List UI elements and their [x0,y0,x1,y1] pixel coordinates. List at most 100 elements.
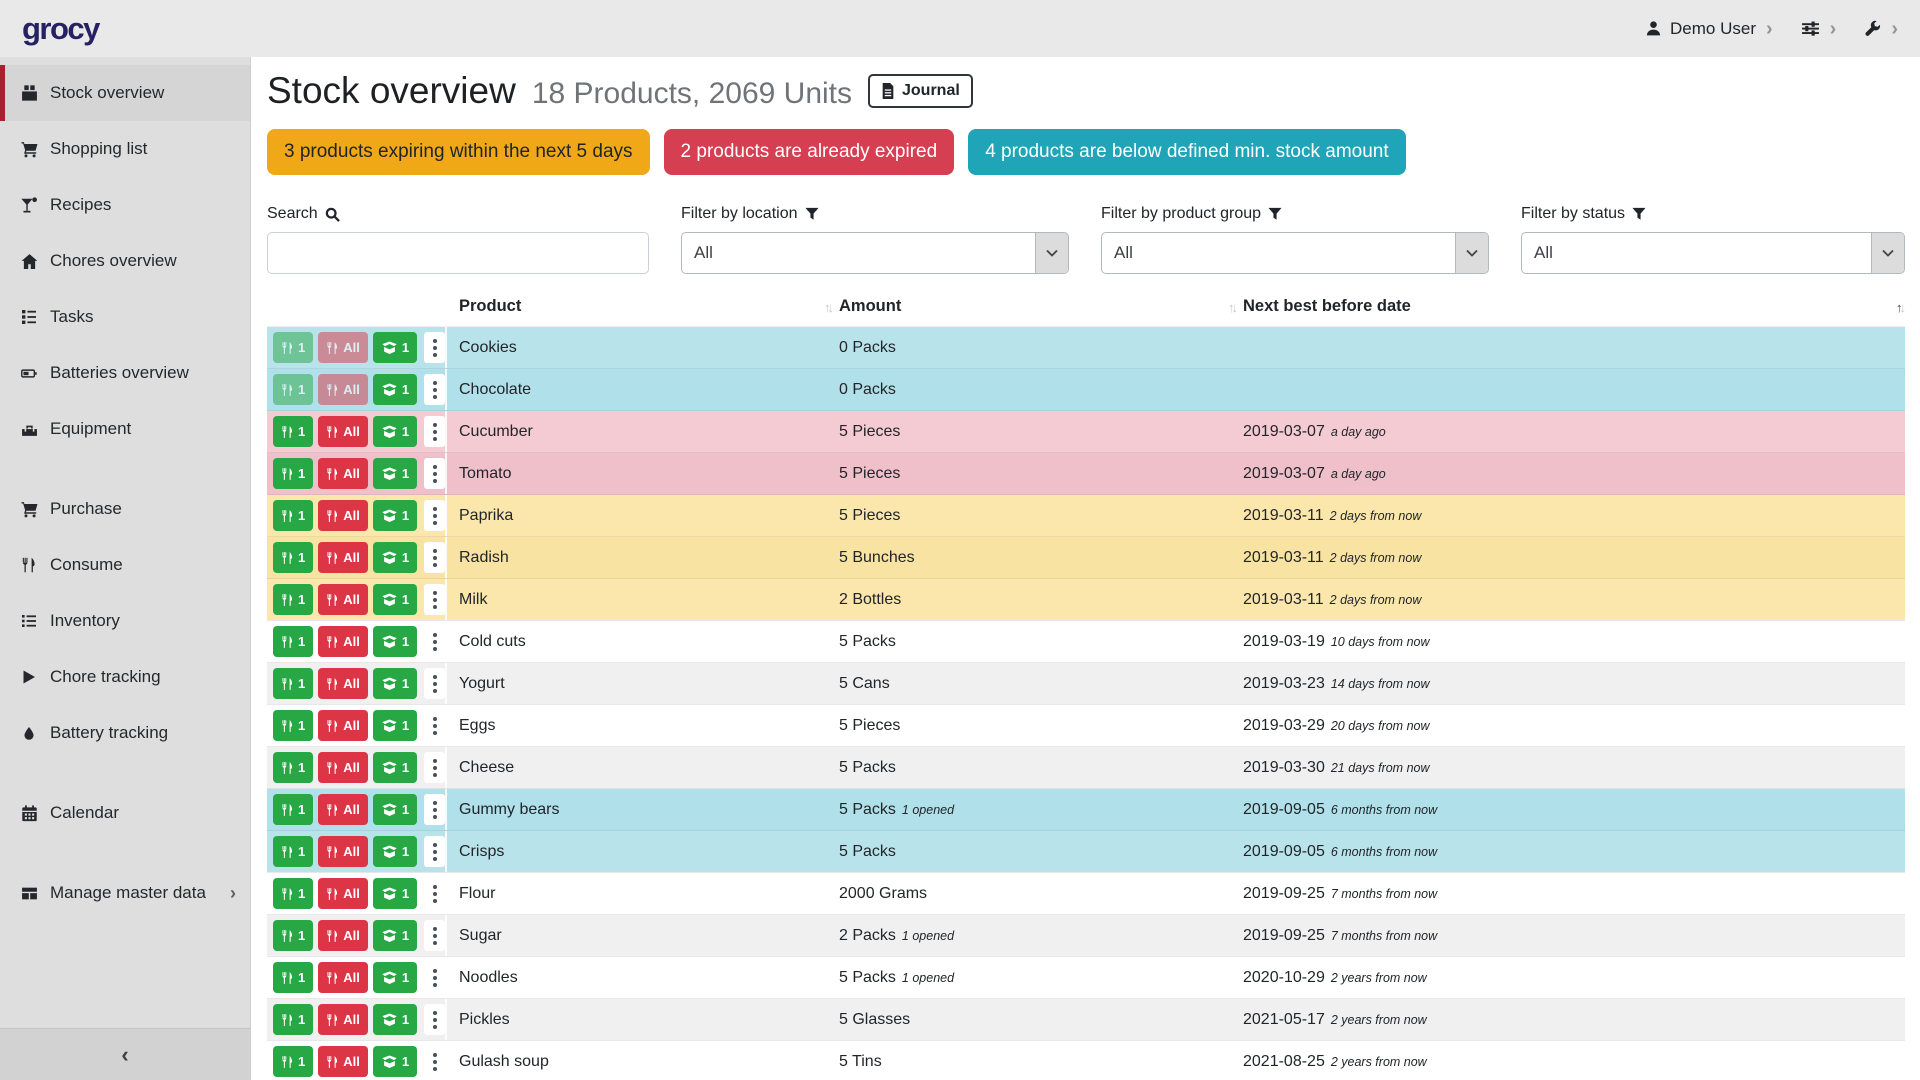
consume-all-button[interactable]: All [318,626,368,657]
open-one-button[interactable]: 1 [373,500,417,531]
sidebar-item-equipment[interactable]: Equipment [0,401,250,457]
consume-one-button[interactable]: 1 [273,542,313,573]
sidebar-item-recipes[interactable]: Recipes [0,177,250,233]
open-one-button[interactable]: 1 [373,710,417,741]
consume-all-button[interactable]: All [318,962,368,993]
row-menu-button[interactable] [424,710,445,741]
row-menu-button[interactable] [424,1046,445,1077]
consume-all-button[interactable]: All [318,836,368,867]
consume-all-button[interactable]: All [318,794,368,825]
consume-one-button[interactable]: 1 [273,878,313,909]
row-menu-button[interactable] [424,542,445,573]
row-menu-button[interactable] [424,332,445,363]
column-header-amount[interactable]: Amount↑↓ [833,288,1237,327]
open-one-button[interactable]: 1 [373,1046,417,1077]
consume-one-button[interactable]: 1 [273,752,313,783]
alert-badge-3[interactable]: 4 products are below defined min. stock … [968,129,1405,175]
row-menu-button[interactable] [424,668,445,699]
open-one-button[interactable]: 1 [373,626,417,657]
product-group-select[interactable]: All [1101,232,1489,274]
sidebar-collapse-button[interactable]: ‹ [0,1028,250,1080]
consume-one-button[interactable]: 1 [273,1004,313,1035]
alert-badge-2[interactable]: 2 products are already expired [664,129,955,175]
row-menu-button[interactable] [424,374,445,405]
sidebar-item-purchase[interactable]: Purchase [0,481,250,537]
consume-all-button[interactable]: All [318,416,368,447]
row-menu-button[interactable] [424,962,445,993]
row-menu-button[interactable] [424,794,445,825]
open-one-button[interactable]: 1 [373,878,417,909]
row-menu-button[interactable] [424,458,445,489]
consume-all-button[interactable]: All [318,710,368,741]
open-one-button[interactable]: 1 [373,542,417,573]
column-header-next-best-before-date[interactable]: Next best before date↑↓ [1237,288,1905,327]
admin-menu[interactable]: › [1864,19,1898,39]
consume-one-button[interactable]: 1 [273,794,313,825]
open-one-button[interactable]: 1 [373,1004,417,1035]
open-one-button[interactable]: 1 [373,920,417,951]
user-menu[interactable]: Demo User › [1645,19,1773,39]
sidebar-item-shopping-list[interactable]: Shopping list [0,121,250,177]
consume-one-button[interactable]: 1 [273,332,313,363]
location-select[interactable]: All [681,232,1069,274]
row-menu-button[interactable] [424,878,445,909]
status-select[interactable]: All [1521,232,1905,274]
consume-one-button[interactable]: 1 [273,416,313,447]
consume-all-button[interactable]: All [318,878,368,909]
consume-one-button[interactable]: 1 [273,626,313,657]
sidebar-item-consume[interactable]: Consume [0,537,250,593]
open-one-button[interactable]: 1 [373,332,417,363]
sidebar-item-chores-overview[interactable]: Chores overview [0,233,250,289]
sidebar-item-chore-tracking[interactable]: Chore tracking [0,649,250,705]
sidebar-item-stock-overview[interactable]: Stock overview [0,65,250,121]
open-one-button[interactable]: 1 [373,458,417,489]
consume-all-button[interactable]: All [318,458,368,489]
consume-all-button[interactable]: All [318,920,368,951]
consume-all-button[interactable]: All [318,668,368,699]
consume-all-button[interactable]: All [318,374,368,405]
row-menu-button[interactable] [424,1004,445,1035]
row-menu-button[interactable] [424,836,445,867]
journal-button[interactable]: Journal [868,74,973,108]
consume-one-button[interactable]: 1 [273,920,313,951]
sidebar-item-tasks[interactable]: Tasks [0,289,250,345]
alert-badge-1[interactable]: 3 products expiring within the next 5 da… [267,129,650,175]
settings-menu[interactable]: › [1801,19,1837,39]
consume-all-button[interactable]: All [318,500,368,531]
open-one-button[interactable]: 1 [373,668,417,699]
row-menu-button[interactable] [424,584,445,615]
consume-one-button[interactable]: 1 [273,458,313,489]
open-one-button[interactable]: 1 [373,416,417,447]
consume-all-button[interactable]: All [318,1046,368,1077]
consume-all-button[interactable]: All [318,584,368,615]
consume-one-button[interactable]: 1 [273,374,313,405]
consume-all-button[interactable]: All [318,1004,368,1035]
consume-one-button[interactable]: 1 [273,500,313,531]
consume-one-button[interactable]: 1 [273,836,313,867]
row-menu-button[interactable] [424,500,445,531]
consume-one-button[interactable]: 1 [273,1046,313,1077]
consume-all-button[interactable]: All [318,332,368,363]
open-one-button[interactable]: 1 [373,836,417,867]
open-one-button[interactable]: 1 [373,584,417,615]
open-one-button[interactable]: 1 [373,752,417,783]
open-one-button[interactable]: 1 [373,374,417,405]
row-menu-button[interactable] [424,752,445,783]
consume-one-button[interactable]: 1 [273,584,313,615]
row-menu-button[interactable] [424,626,445,657]
consume-one-button[interactable]: 1 [273,668,313,699]
search-input[interactable] [267,232,649,274]
app-logo[interactable]: grocy [22,11,99,47]
open-one-button[interactable]: 1 [373,794,417,825]
sidebar-item-calendar[interactable]: Calendar [0,785,250,841]
sidebar-item-battery-tracking[interactable]: Battery tracking [0,705,250,761]
sidebar-item-inventory[interactable]: Inventory [0,593,250,649]
consume-all-button[interactable]: All [318,752,368,783]
sidebar-item-manage-master-data[interactable]: Manage master data› [0,865,250,921]
column-header-product[interactable]: Product↑↓ [453,288,833,327]
consume-one-button[interactable]: 1 [273,710,313,741]
open-one-button[interactable]: 1 [373,962,417,993]
row-menu-button[interactable] [424,920,445,951]
consume-one-button[interactable]: 1 [273,962,313,993]
consume-all-button[interactable]: All [318,542,368,573]
